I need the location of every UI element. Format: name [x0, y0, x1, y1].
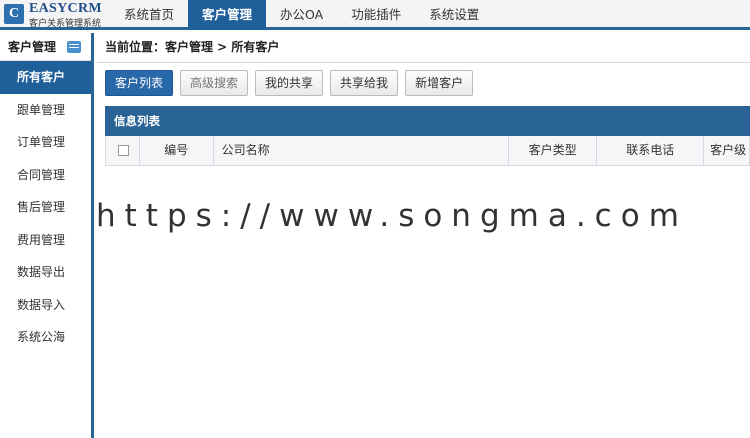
logo-subtitle: 客户关系管理系统: [29, 19, 102, 29]
sidebar: 客户管理 所有客户 跟单管理 订单管理 合同管理 售后管理 费用管理 数据导出 …: [0, 33, 94, 438]
column-company-name[interactable]: 公司名称: [214, 136, 509, 165]
sidebar-item-data-export[interactable]: 数据导出: [0, 256, 91, 289]
table-header: 编号 公司名称 客户类型 联系电话 客户级: [105, 136, 750, 166]
column-customer-type[interactable]: 客户类型: [509, 136, 598, 165]
sidebar-item-contracts[interactable]: 合同管理: [0, 159, 91, 192]
nav-plugins[interactable]: 功能插件: [337, 0, 415, 30]
select-all-cell: [106, 136, 140, 165]
sidebar-item-after-sales[interactable]: 售后管理: [0, 191, 91, 224]
nav-home[interactable]: 系统首页: [110, 0, 188, 30]
app-logo[interactable]: C EASYCRM 客户关系管理系统: [0, 0, 108, 30]
sidebar-title: 客户管理: [8, 40, 57, 54]
nav-settings[interactable]: 系统设置: [415, 0, 493, 30]
my-shares-button[interactable]: 我的共享: [255, 70, 324, 96]
info-list-panel: 信息列表 编号 公司名称 客户类型 联系电话 客户级: [105, 106, 750, 166]
sidebar-item-data-import[interactable]: 数据导入: [0, 289, 91, 322]
sidebar-item-all-customers[interactable]: 所有客户: [0, 61, 91, 94]
add-customer-button[interactable]: 新增客户: [405, 70, 474, 96]
column-phone[interactable]: 联系电话: [597, 136, 705, 165]
advanced-search-button[interactable]: 高级搜索: [180, 70, 249, 96]
toolbar: 客户列表 高级搜索 我的共享 共享给我 新增客户: [105, 70, 474, 96]
nav-office-oa[interactable]: 办公OA: [266, 0, 337, 30]
logo-title: EASYCRM: [29, 1, 102, 16]
main-content: 当前位置：客户管理 > 所有客户 客户列表 高级搜索 我的共享 共享给我 新增客…: [97, 33, 750, 438]
main-nav: 系统首页 客户管理 办公OA 功能插件 系统设置: [110, 0, 493, 30]
select-all-checkbox[interactable]: [118, 145, 129, 156]
logo-icon: C: [4, 4, 24, 24]
customer-list-button[interactable]: 客户列表: [105, 70, 174, 96]
column-number[interactable]: 编号: [140, 136, 214, 165]
sidebar-header: 客户管理: [0, 33, 91, 61]
sidebar-item-followup[interactable]: 跟单管理: [0, 94, 91, 127]
column-customer-level[interactable]: 客户级: [704, 136, 749, 165]
top-navbar: C EASYCRM 客户关系管理系统 系统首页 客户管理 办公OA 功能插件 系…: [0, 0, 750, 30]
panel-title: 信息列表: [105, 106, 750, 136]
sidebar-toggle-icon[interactable]: [67, 41, 81, 53]
sidebar-item-public-pool[interactable]: 系统公海: [0, 321, 91, 354]
watermark-text: https://www.songma.com: [96, 198, 688, 234]
sidebar-item-expenses[interactable]: 费用管理: [0, 224, 91, 257]
shared-with-me-button[interactable]: 共享给我: [330, 70, 399, 96]
nav-customers[interactable]: 客户管理: [188, 0, 267, 30]
breadcrumb: 当前位置：客户管理 > 所有客户: [97, 33, 750, 63]
sidebar-item-orders[interactable]: 订单管理: [0, 126, 91, 159]
